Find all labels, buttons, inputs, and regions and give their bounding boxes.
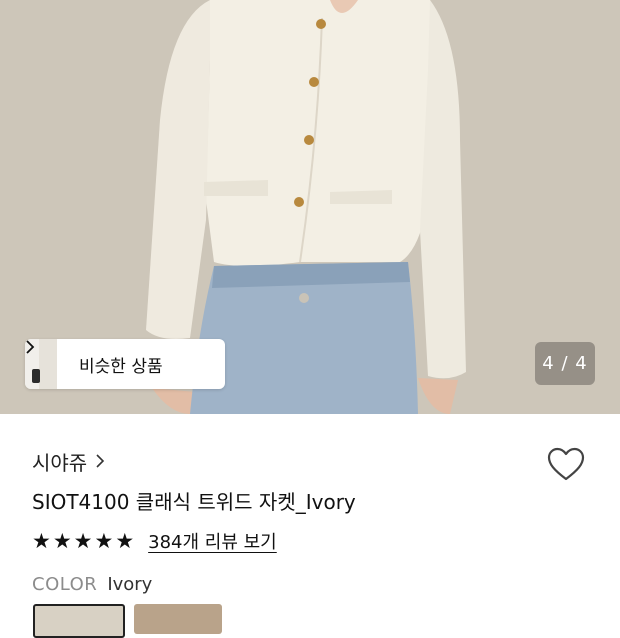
image-counter: 4 / 4 [535, 342, 595, 385]
heart-outline-icon[interactable] [546, 445, 586, 485]
color-label: COLOR [32, 574, 98, 595]
star-icon: ★ [73, 528, 93, 553]
star-icon: ★ [52, 528, 72, 553]
review-link[interactable]: 384개 리뷰 보기 [148, 528, 277, 554]
brand-name: 시야쥬 [32, 451, 88, 475]
star-icon: ★ [115, 528, 135, 553]
brand-link[interactable]: 시야쥬 [32, 447, 105, 476]
product-title: SIOT4100 클래식 트위드 자켓_Ivory [32, 490, 356, 514]
chevron-right-icon [95, 450, 105, 474]
similar-products-label: 비슷한 상품 [79, 356, 163, 377]
similar-products-button[interactable]: 비슷한 상품 [25, 339, 225, 389]
product-image-gallery[interactable]: 비슷한 상품 4 / 4 [0, 0, 620, 414]
star-icon: ★ [94, 528, 114, 553]
color-swatch-ivory[interactable] [33, 604, 125, 638]
similar-products-label-wrap[interactable]: 비슷한 상품 [26, 339, 225, 389]
rating-row: ★ ★ ★ ★ ★ 384개 리뷰 보기 [32, 528, 277, 554]
star-rating: ★ ★ ★ ★ ★ [32, 528, 135, 553]
color-swatch-2[interactable] [134, 604, 222, 634]
star-icon: ★ [32, 528, 51, 553]
color-selection: COLOR Ivory [32, 574, 152, 595]
color-value: Ivory [107, 574, 153, 595]
